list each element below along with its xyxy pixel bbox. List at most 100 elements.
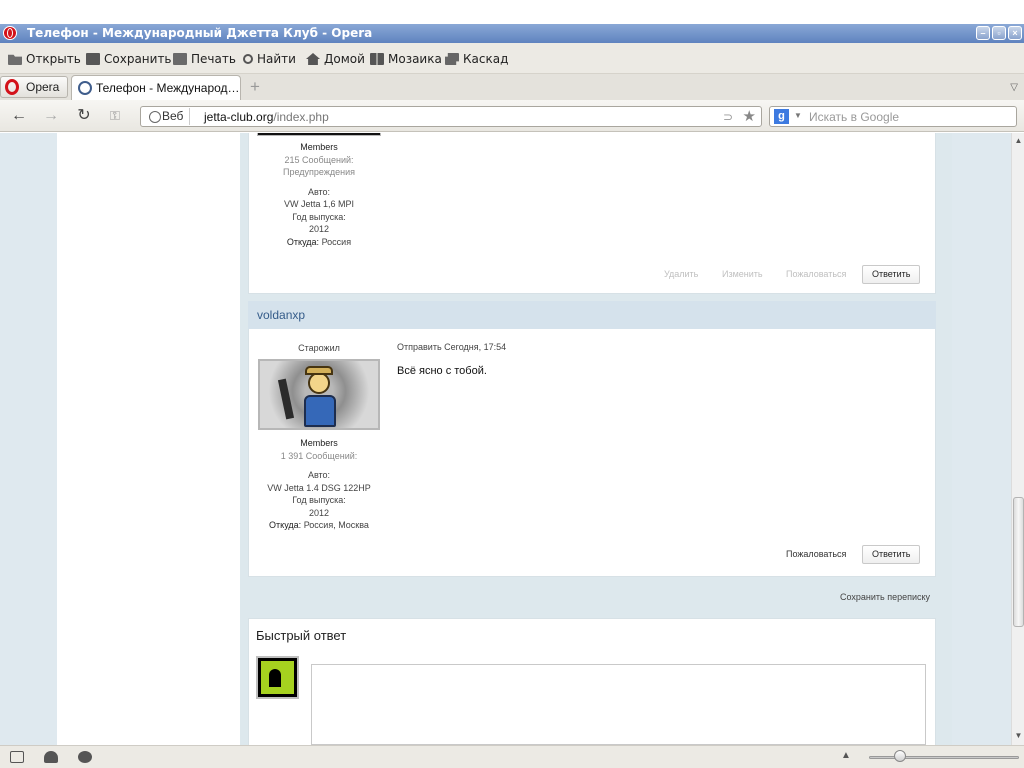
- year-value: 2012: [308, 507, 330, 518]
- minimize-button[interactable]: –: [976, 26, 990, 40]
- mosaic-button[interactable]: Мозаика: [370, 51, 442, 67]
- prev-group: Members: [300, 142, 338, 152]
- prev-author-info: Members 215 Сообщений: Предупреждения Ав…: [257, 141, 381, 248]
- prev-warnings[interactable]: Предупреждения: [257, 166, 381, 179]
- home-button[interactable]: Домой: [306, 51, 365, 67]
- author-group: Members: [300, 438, 338, 448]
- avatar-hat: [305, 366, 333, 375]
- search-placeholder: Искать в Google: [809, 110, 900, 124]
- quick-reply-avatar-bg: [261, 661, 294, 694]
- forward-button[interactable]: →: [42, 107, 60, 125]
- reload-button[interactable]: ↻: [75, 107, 93, 125]
- cascade-button[interactable]: Каскад: [445, 51, 508, 67]
- url-path: /index.php: [273, 110, 329, 124]
- security-badge[interactable]: Веб: [144, 108, 191, 125]
- star-icon[interactable]: ★: [743, 107, 756, 125]
- prev-from: Откуда: Россия: [257, 236, 381, 249]
- folder-icon: [8, 54, 22, 65]
- car-value: VW Jetta 1.4 DSG 122HP: [267, 482, 371, 493]
- close-button[interactable]: ×: [1008, 26, 1022, 40]
- speed-icon[interactable]: [78, 751, 92, 763]
- prev-year-label: Год выпуска:: [292, 211, 346, 222]
- reply-button[interactable]: Ответить: [862, 265, 921, 284]
- url-text[interactable]: jetta-club.org/index.php: [204, 110, 329, 124]
- post-author-link[interactable]: voldanxp: [257, 308, 305, 322]
- from-label: Откуда:: [269, 520, 302, 530]
- cascade-label: Каскад: [463, 52, 509, 66]
- cloud-icon[interactable]: [44, 751, 58, 763]
- zoom-slider-thumb[interactable]: [894, 750, 906, 762]
- edit-link[interactable]: Изменить: [722, 269, 763, 279]
- prev-avatar: [257, 133, 381, 136]
- prev-car: VW Jetta 1,6 MPI: [283, 199, 355, 209]
- save-button[interactable]: Сохранить: [86, 51, 172, 67]
- scroll-up-icon[interactable]: ▲: [1014, 136, 1023, 145]
- avatar-body: [304, 395, 336, 427]
- prev-from-label: Откуда:: [286, 236, 320, 247]
- page-viewport: Members 215 Сообщений: Предупреждения Ав…: [0, 133, 1011, 745]
- search-field[interactable]: g ▼ Искать в Google: [769, 106, 1017, 127]
- zoom-slider[interactable]: [869, 756, 1019, 759]
- print-icon: [173, 53, 187, 65]
- rss-icon[interactable]: ⊃: [723, 110, 733, 124]
- url-host: jetta-club.org: [204, 110, 274, 124]
- tab-menu-chevron-icon[interactable]: ▽: [1010, 82, 1018, 93]
- new-tab-button[interactable]: +: [250, 78, 264, 95]
- reply-button[interactable]: Ответить: [862, 545, 921, 564]
- opera-browser-window: Телефон - Международный Джетта Клуб - Op…: [0, 0, 1024, 768]
- car-label: Авто:: [307, 470, 331, 480]
- status-bar: ▲: [0, 745, 1024, 768]
- avatar-gun: [277, 378, 295, 420]
- from-value: Россия, Москва: [303, 520, 369, 530]
- vertical-scrollbar[interactable]: ▲ ▼: [1011, 133, 1024, 745]
- scroll-down-icon[interactable]: ▼: [1014, 731, 1023, 740]
- prev-posts-count: 215 Сообщений:: [284, 154, 354, 165]
- tab-title: Телефон - Международ…: [96, 81, 240, 95]
- quick-reply-title: Быстрый ответ: [256, 628, 347, 643]
- quick-reply-avatar: [256, 656, 299, 699]
- post-author-bar: voldanxp: [248, 301, 936, 329]
- google-icon[interactable]: g: [774, 109, 789, 124]
- forum-content: Members 215 Сообщений: Предупреждения Ав…: [240, 133, 952, 745]
- search-icon: [243, 54, 253, 64]
- post-previous: Members 215 Сообщений: Предупреждения Ав…: [248, 133, 936, 294]
- find-label: Найти: [257, 52, 296, 66]
- panel-toggle-icon[interactable]: [10, 751, 24, 763]
- back-button[interactable]: ←: [10, 107, 28, 125]
- cascade-icon: [445, 53, 459, 65]
- find-button[interactable]: Найти: [243, 51, 296, 67]
- print-label: Печать: [191, 52, 236, 66]
- key-icon[interactable]: ⚿: [106, 107, 124, 125]
- quick-reply-avatar-figure: [269, 669, 281, 687]
- tab-active[interactable]: Телефон - Международ…: [71, 75, 241, 100]
- mosaic-label: Мозаика: [388, 52, 442, 66]
- report-link[interactable]: Пожаловаться: [786, 269, 846, 279]
- year-label: Год выпуска:: [292, 495, 346, 505]
- quick-reply-textarea[interactable]: [311, 664, 926, 745]
- right-margin: [952, 133, 1011, 745]
- save-icon: [86, 53, 100, 65]
- print-button[interactable]: Печать: [173, 51, 236, 67]
- favicon-icon: [78, 81, 92, 95]
- title-bar: Телефон - Международный Джетта Клуб - Op…: [0, 24, 1024, 43]
- opera-menu-button[interactable]: Opera: [0, 76, 68, 98]
- search-engine-dropdown-icon[interactable]: ▼: [794, 111, 802, 120]
- address-field[interactable]: Веб jetta-club.org/index.php ⊃ ★: [140, 106, 762, 127]
- prev-from-value: Россия: [321, 236, 352, 247]
- author-avatar[interactable]: [258, 359, 380, 430]
- author-info: Members 1 391 Сообщений: Авто: VW Jetta …: [257, 437, 381, 532]
- zoom-icon[interactable]: ▲: [841, 750, 851, 761]
- delete-link[interactable]: Удалить: [664, 269, 698, 279]
- mosaic-icon: [370, 53, 384, 65]
- restore-button[interactable]: ▫: [992, 26, 1006, 40]
- opera-logo-icon: [5, 79, 19, 95]
- open-label: Открыть: [26, 52, 81, 66]
- home-label: Домой: [324, 52, 365, 66]
- open-button[interactable]: Открыть: [8, 51, 81, 67]
- opera-logo-icon[interactable]: [3, 26, 17, 40]
- save-label: Сохранить: [104, 52, 172, 66]
- scroll-thumb[interactable]: [1013, 497, 1024, 627]
- save-conversation-link[interactable]: Сохранить переписку: [840, 592, 930, 602]
- post-timestamp: Отправить Сегодня, 17:54: [397, 342, 507, 352]
- report-link[interactable]: Пожаловаться: [786, 549, 846, 559]
